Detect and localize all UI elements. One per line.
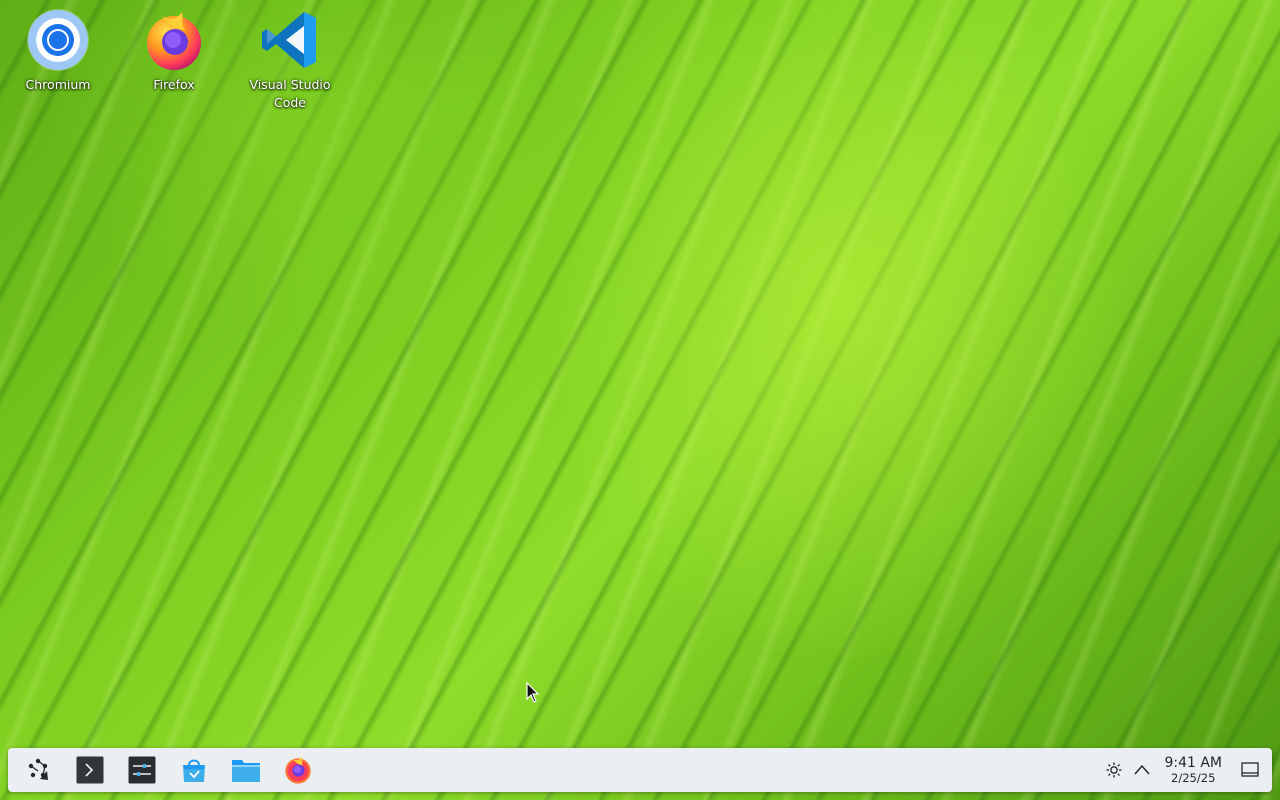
desktop-icon-vscode[interactable]: Visual Studio Code — [240, 8, 340, 112]
desktop-icon-label: Chromium — [25, 77, 91, 92]
system-settings-launcher[interactable] — [120, 750, 164, 790]
chromium-icon — [26, 8, 90, 72]
kde-launcher-icon — [28, 758, 48, 780]
terminal-icon — [76, 756, 104, 784]
desktop[interactable]: Chromium Firefox Visual Studio Code — [0, 0, 1280, 800]
desktop-icon-label: Visual Studio Code — [249, 77, 331, 110]
digital-clock[interactable]: 9:41 AM 2/25/25 — [1164, 755, 1222, 785]
brightness-icon — [1106, 762, 1122, 778]
firefox-launcher[interactable] — [276, 750, 320, 790]
folder-icon — [232, 760, 260, 782]
show-desktop-icon — [1241, 762, 1259, 777]
application-launcher-button[interactable] — [16, 750, 60, 790]
discover-store-launcher[interactable] — [172, 750, 216, 790]
show-desktop-button[interactable] — [1236, 755, 1264, 785]
clock-time: 9:41 AM — [1164, 755, 1222, 771]
terminal-launcher[interactable] — [68, 750, 112, 790]
chevron-up-icon — [1134, 764, 1150, 775]
tray-expand-button[interactable] — [1128, 755, 1156, 785]
vscode-icon — [258, 8, 322, 72]
firefox-icon — [285, 756, 311, 784]
brightness-button[interactable] — [1100, 755, 1128, 785]
desktop-icon-chromium[interactable]: Chromium — [8, 8, 108, 94]
clock-date: 2/25/25 — [1171, 771, 1216, 785]
desktop-icon-firefox[interactable]: Firefox — [124, 8, 224, 94]
taskbar: 9:41 AM 2/25/25 — [8, 748, 1272, 792]
file-manager-launcher[interactable] — [224, 750, 268, 790]
firefox-icon — [142, 8, 206, 72]
mouse-cursor-icon — [526, 682, 540, 703]
desktop-icon-label: Firefox — [153, 77, 195, 92]
system-tray: 9:41 AM 2/25/25 — [1100, 748, 1264, 792]
settings-icon — [128, 756, 156, 784]
store-icon — [183, 759, 205, 782]
